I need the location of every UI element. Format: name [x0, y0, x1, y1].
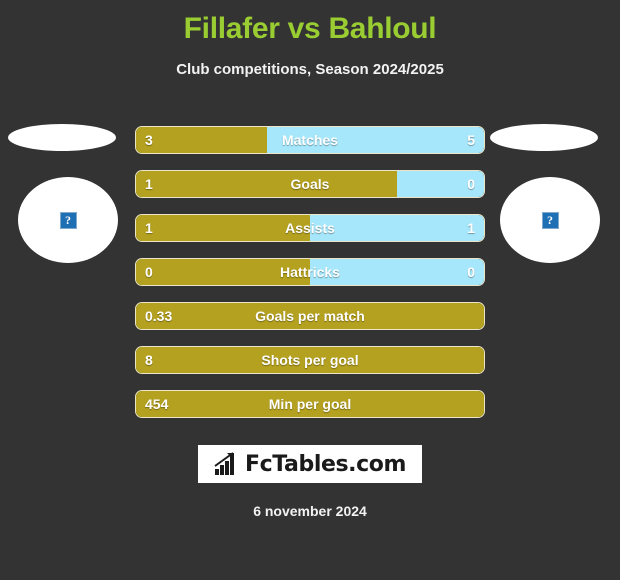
stat-bar-min-per-goal: Min per goal 454 — [135, 390, 485, 418]
stat-bar-away-segment — [397, 171, 484, 197]
stat-bar-assists: Assists 1 1 — [135, 214, 485, 242]
stat-bar-track — [135, 258, 485, 286]
stat-bar-away-segment — [310, 259, 484, 285]
stat-bar-home-segment — [136, 171, 397, 197]
stat-bar-home-segment — [136, 391, 484, 417]
stat-bar-goals: Goals 1 0 — [135, 170, 485, 198]
stat-bar-home-segment — [136, 259, 310, 285]
stat-bar-home-segment — [136, 215, 310, 241]
fctables-logo[interactable]: FcTables.com — [198, 445, 422, 483]
bar-chart-growth-icon — [214, 452, 234, 475]
fctables-logo-text: FcTables.com — [244, 451, 407, 477]
home-player-photo-oval: ? — [18, 177, 118, 263]
stat-comparison-page: Fillafer vs Bahloul Club competitions, S… — [0, 0, 620, 580]
stat-bar-home-segment — [136, 347, 484, 373]
stat-bar-away-segment — [266, 127, 484, 153]
page-title: Fillafer vs Bahloul — [183, 12, 437, 45]
stat-bar-home-segment — [136, 303, 484, 329]
stat-bar-hattricks: Hattricks 0 0 — [135, 258, 485, 286]
stat-bar-home-segment — [136, 127, 267, 153]
away-player-photo-top-oval — [490, 124, 598, 151]
home-player-photo-top-oval — [8, 124, 116, 151]
stat-bar-track — [135, 346, 485, 374]
stat-bar-list: Matches 3 5 Goals 1 0 Assists 1 1 Hattricks 0 0 Goal… — [135, 126, 485, 434]
stat-bar-track — [135, 302, 485, 330]
stat-bar-track — [135, 126, 485, 154]
away-player-photo: ? — [490, 115, 612, 265]
stat-bar-matches: Matches 3 5 — [135, 126, 485, 154]
stat-bar-track — [135, 390, 485, 418]
stat-bar-track — [135, 214, 485, 242]
away-player-photo-oval: ? — [500, 177, 600, 263]
broken-image-icon: ? — [59, 211, 77, 229]
home-player-photo: ? — [8, 115, 130, 265]
footer-date: 6 november 2024 — [253, 503, 367, 519]
stat-bar-track — [135, 170, 485, 198]
stat-bar-goals-per-match: Goals per match 0.33 — [135, 302, 485, 330]
broken-image-icon: ? — [541, 211, 559, 229]
stat-bar-shots-per-goal: Shots per goal 8 — [135, 346, 485, 374]
stat-bar-away-segment — [310, 215, 484, 241]
page-subtitle: Club competitions, Season 2024/2025 — [176, 61, 444, 78]
